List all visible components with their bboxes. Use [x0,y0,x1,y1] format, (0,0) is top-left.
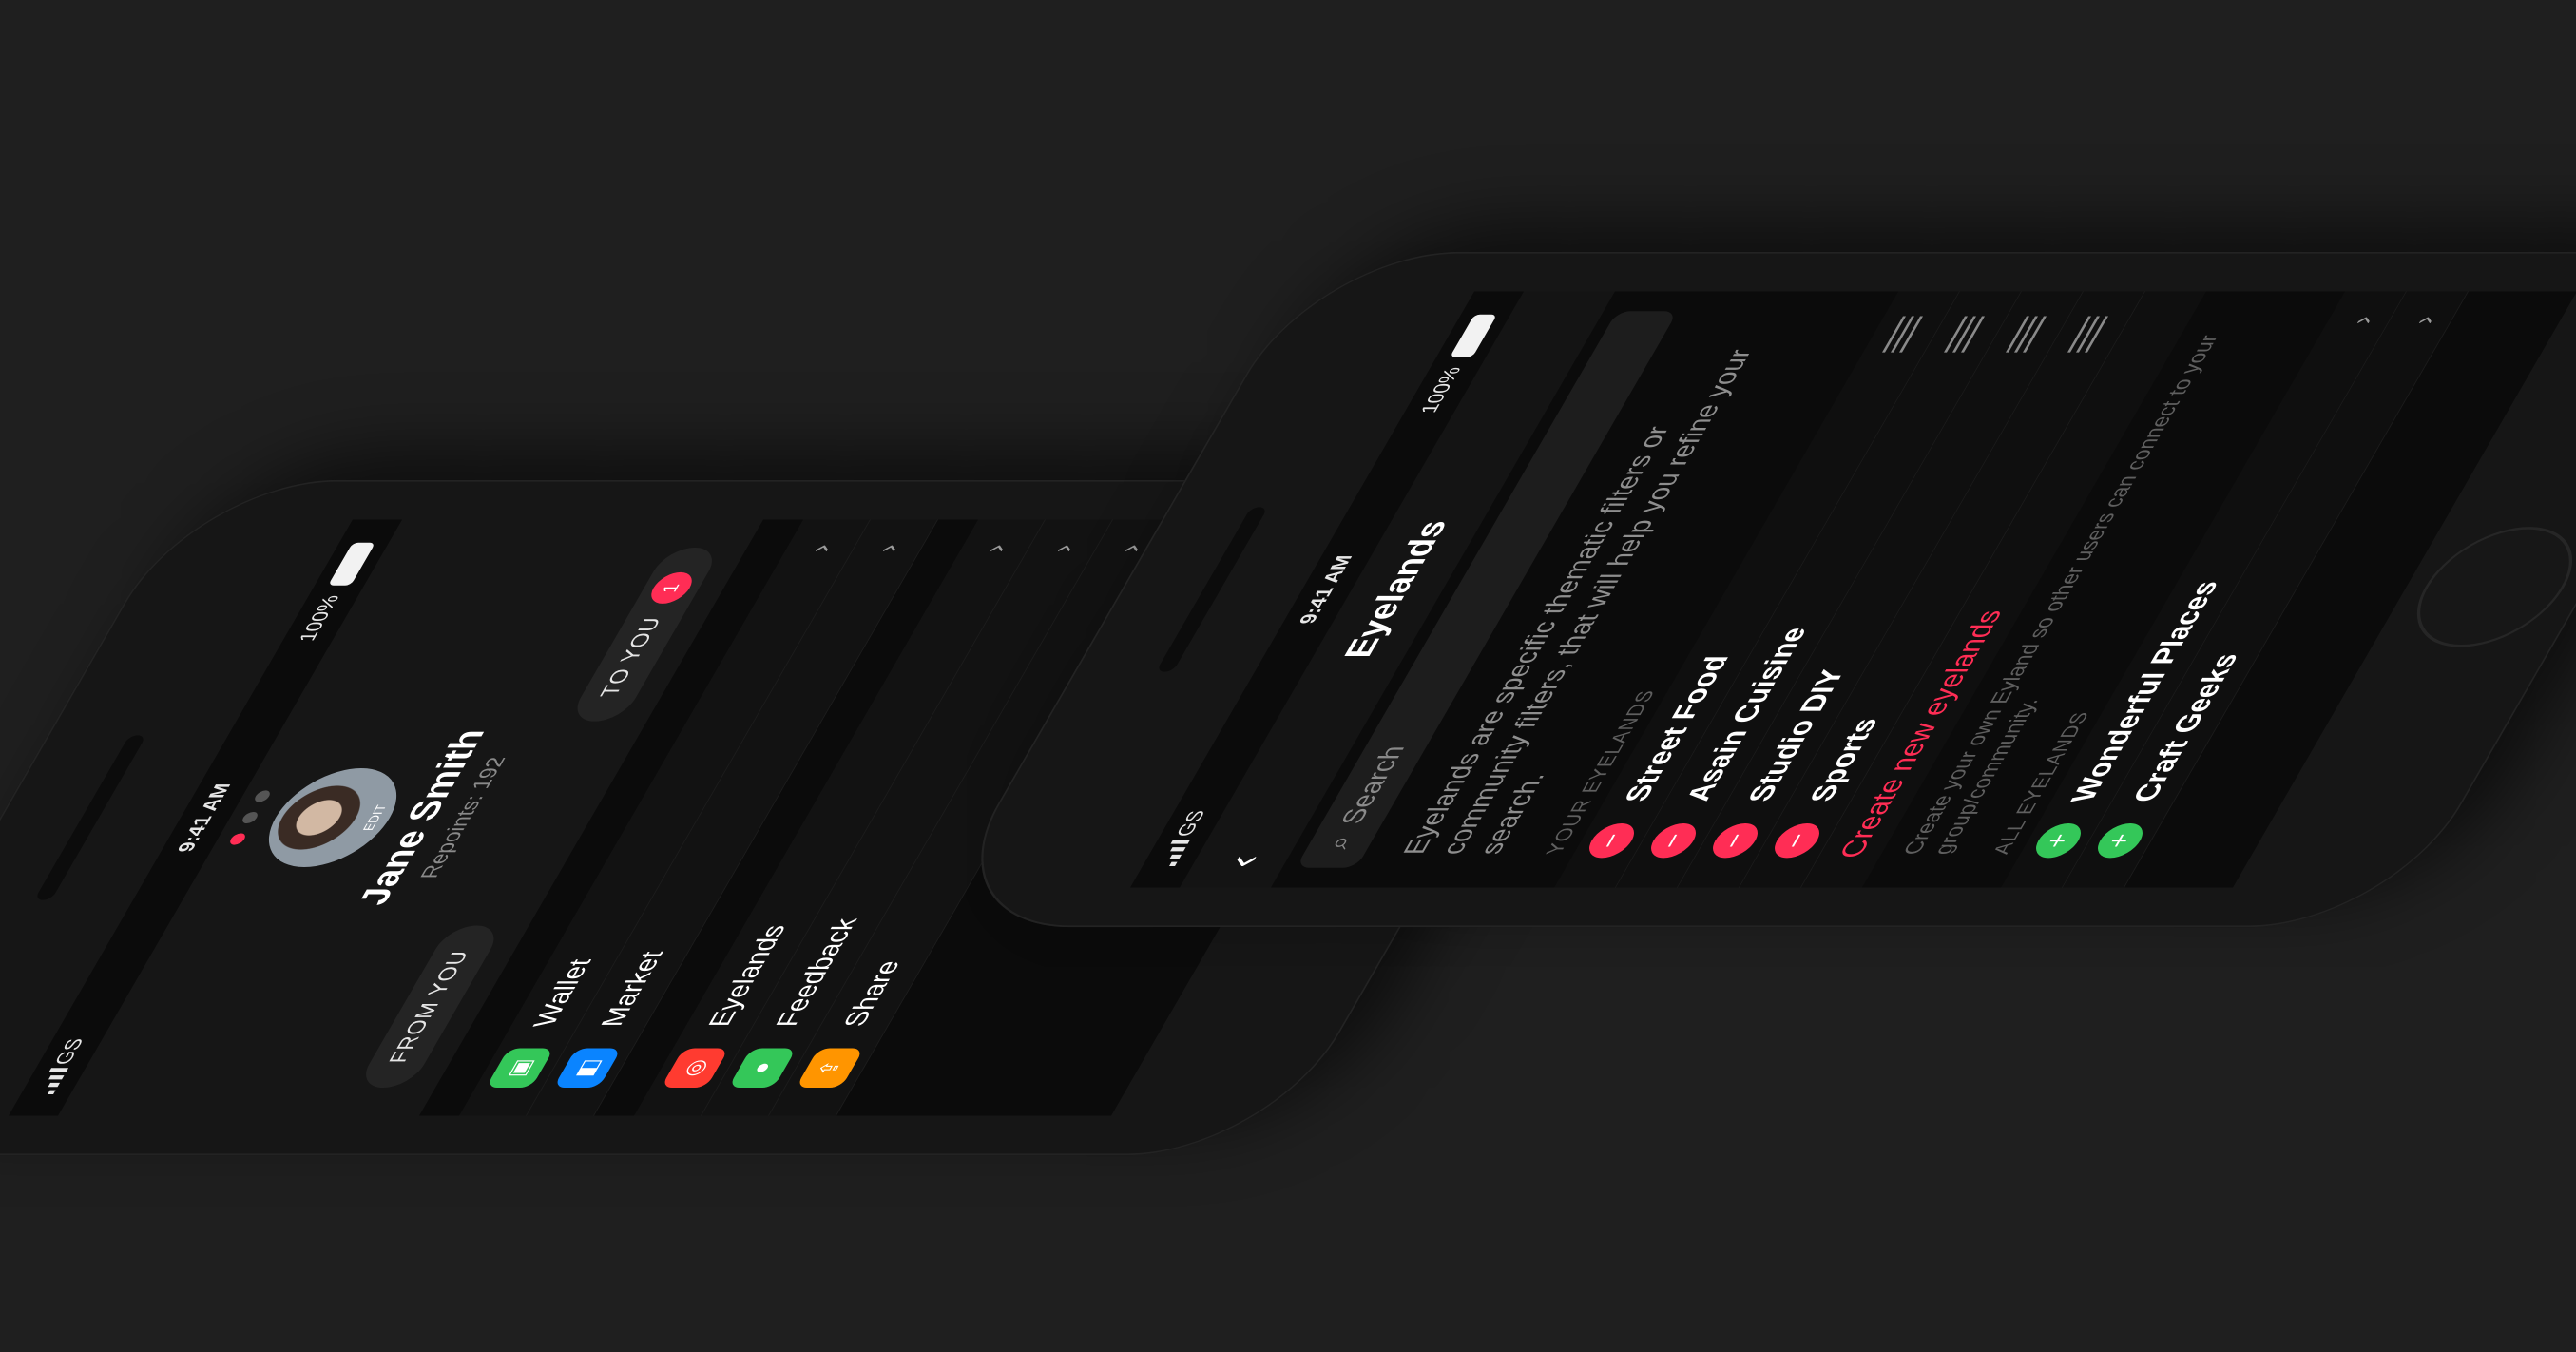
page-dot[interactable] [252,790,273,802]
phone-eyelands: GS 9:41 AM 100% ‹ Eyelands ⌕ Search Eyel… [927,251,2576,928]
add-icon[interactable]: + [2089,822,2150,859]
chevron-right-icon: › [1045,544,1082,553]
page-dot[interactable] [240,811,260,824]
tab-to-you-label: TO YOU [595,616,668,697]
remove-icon[interactable]: − [1644,822,1704,859]
eyelands-screen: GS 9:41 AM 100% ‹ Eyelands ⌕ Search Eyel… [1130,291,2576,888]
wallet-icon: ▣ [486,1048,555,1089]
chevron-right-icon: › [977,544,1014,553]
earpiece-speaker [1156,507,1269,672]
reorder-grip-icon[interactable] [2005,316,2052,353]
eyelands-icon: ◎ [660,1048,729,1089]
chevron-right-icon: › [871,544,907,553]
market-icon: ◧ [553,1048,622,1089]
earpiece-speaker [34,735,147,900]
page-dot[interactable] [227,833,248,845]
add-icon[interactable]: + [2028,822,2088,859]
share-icon: ⇪ [795,1048,864,1089]
chevron-right-icon: › [803,544,840,553]
tab-from-you-label: FROM YOU [384,950,475,1064]
feedback-icon: ● [727,1048,797,1089]
notification-badge: 1 [644,571,700,604]
reorder-grip-icon[interactable] [2067,316,2114,353]
chevron-right-icon: › [2406,316,2443,325]
reorder-grip-icon[interactable] [1944,316,1990,353]
mockup-scene: GS 9:41 AM 100% EDIT Jane Smith Repoints… [0,0,2576,1352]
chevron-right-icon: › [2344,316,2381,325]
reorder-grip-icon[interactable] [1882,316,1929,353]
remove-icon[interactable]: − [1704,822,1765,859]
remove-icon[interactable]: − [1582,822,1643,859]
remove-icon[interactable]: − [1766,822,1827,859]
search-icon: ⌕ [1320,836,1360,850]
